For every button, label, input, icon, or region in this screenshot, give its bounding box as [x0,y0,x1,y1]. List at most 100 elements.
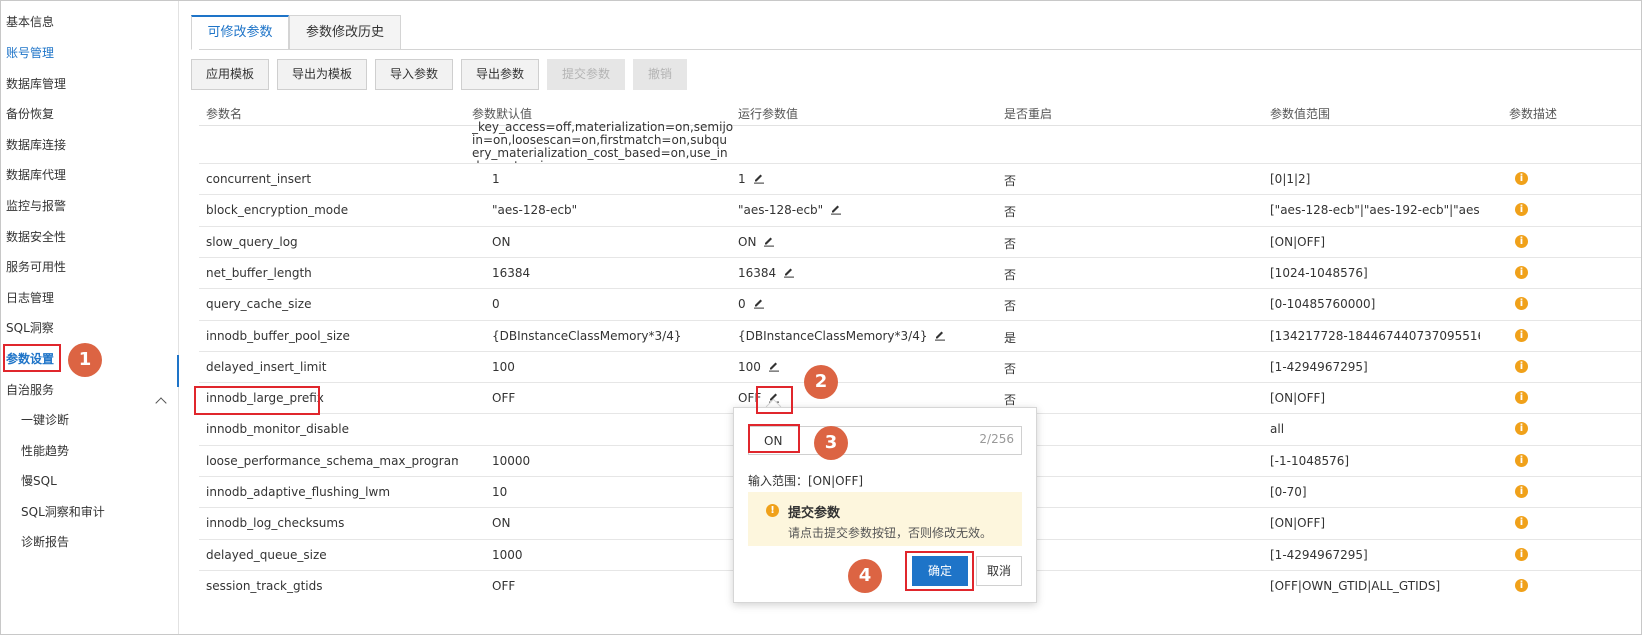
default-value-text: 0 [492,297,500,312]
info-icon[interactable]: i [1515,234,1528,248]
submit-warning: ! 提交参数 请点击提交参数按钮，否则修改无效。 [748,492,1022,546]
pencil-icon[interactable] [783,266,795,278]
running-value-text: {DBInstanceClassMemory*3/4} [738,328,928,343]
pencil-icon[interactable] [934,329,946,341]
default-value: ON [492,235,732,249]
value-range-text: [ON|OFF] [1270,391,1326,406]
sidebar-item[interactable]: 自治服务 [6,382,54,398]
info-icon[interactable]: i [1515,297,1528,311]
info-icon[interactable]: i [1515,422,1528,436]
default-value-text: ON [492,234,511,249]
info-icon[interactable]: i [1515,265,1528,279]
table-row: slow_query_log ON ON 否 [ON|OFF] i [199,225,1641,257]
running-value: 0 [738,297,998,311]
table-row: net_buffer_length 16384 16384 否 [1024-104857… [199,256,1641,288]
info-icon[interactable]: i [1515,328,1528,342]
info-icon[interactable]: i [1515,359,1528,373]
revoke-button[interactable]: 撤销 [633,59,687,90]
param-name-text: delayed_queue_size [206,547,327,562]
restart-flag-text: 否 [1004,361,1017,376]
value-range-text: [0|1|2] [1270,172,1311,186]
param-name-text: loose_performance_schema_max_program_ins… [206,453,458,468]
default-value-text: 16384 [492,265,531,280]
info-icon[interactable]: i [1515,453,1528,467]
value-range: all [1270,422,1480,436]
sidebar-item[interactable]: 监控与报警 [6,198,66,214]
running-value-text: "aes-128-ecb" [738,203,824,218]
running-value-text: ON [738,234,757,249]
param-name-text: innodb_log_checksums [206,516,345,531]
sidebar-item[interactable]: 参数设置 [6,351,54,367]
param-name: innodb_log_checksums [206,516,458,530]
param-name: delayed_insert_limit [206,360,458,374]
sidebar-item[interactable]: 日志管理 [6,290,54,306]
running-value-text: 100 [738,359,761,374]
confirm-button[interactable]: 确定 [912,556,968,586]
running-value-text: 1 [738,172,746,186]
value-range: [1-4294967295] [1270,360,1480,374]
pencil-icon[interactable] [768,360,780,372]
info-icon[interactable]: i [1515,485,1528,498]
sidebar-subitem[interactable]: 性能趋势 [21,443,69,459]
restart-flag-text: 否 [1004,174,1017,188]
info-icon[interactable]: i [1515,172,1528,185]
info-icon[interactable]: i [1515,391,1528,405]
export-params-button[interactable]: 导出参数 [461,59,539,90]
sidebar-subitem[interactable]: 一键诊断 [21,412,69,428]
restart-flag: 否 [1004,391,1016,408]
value-range-text: [134217728-18446744073709551615] [1270,328,1480,343]
param-name-text: delayed_insert_limit [206,359,327,374]
param-name: session_track_gtids [206,579,458,593]
info-icon[interactable]: i [1515,203,1528,217]
sidebar-item[interactable]: 账号管理 [6,45,54,61]
running-value: 100 [738,360,998,374]
table-row: delayed_insert_limit 100 100 否 [1-4294967295… [199,350,1641,382]
apply-template-button[interactable]: 应用模板 [191,59,269,90]
info-icon[interactable]: i [1515,516,1528,530]
input-range-hint: 输入范围：[ON|OFF] [748,474,864,488]
pencil-icon[interactable] [753,297,765,309]
sidebar-subitem[interactable]: 慢SQL [21,473,57,489]
cancel-button[interactable]: 取消 [976,556,1022,586]
value-range-text: [1024-1048576] [1270,265,1368,280]
param-name-text: innodb_large_prefix [206,391,324,406]
default-value-text: OFF [492,391,516,406]
window-frame: 基本信息账号管理数据库管理备份恢复数据库连接数据库代理监控与报警数据安全性服务可… [0,0,1642,635]
info-icon[interactable]: i [1515,578,1528,592]
import-params-button[interactable]: 导入参数 [375,59,453,90]
value-range-text: [ON|OFF] [1270,234,1326,249]
sidebar-item[interactable]: 数据库连接 [6,137,66,153]
submit-params-button[interactable]: 提交参数 [547,59,625,90]
running-value: "aes-128-ecb" [738,203,998,217]
col-header-default: 参数默认值 [472,107,533,121]
chevron-up-icon[interactable] [155,397,167,409]
sidebar-item[interactable]: 数据安全性 [6,229,66,245]
restart-flag-text: 是 [1004,330,1017,345]
sidebar-item[interactable]: 服务可用性 [6,259,66,275]
default-value-text: 1 [492,172,500,186]
warning-title: 提交参数 [788,506,841,521]
default-value: ON [492,516,732,530]
export-template-button[interactable]: 导出为模板 [277,59,367,90]
sidebar-item[interactable]: 数据库管理 [6,76,66,92]
default-value-text: 100 [492,359,515,374]
default-value: "aes-128-ecb" [492,203,732,217]
sidebar-item[interactable]: SQL洞察 [6,320,54,336]
edit-param-popover: 2/256 输入范围：[ON|OFF] ! 提交参数 请点击提交参数按钮，否则修… [733,407,1037,603]
sidebar-item[interactable]: 备份恢复 [6,106,54,122]
sidebar-subitem[interactable]: 诊断报告 [21,534,69,550]
pencil-icon[interactable] [763,235,775,247]
tab-param-history[interactable]: 参数修改历史 [289,15,401,50]
warning-icon: ! [766,504,779,517]
param-name: innodb_buffer_pool_size [206,329,458,343]
value-range-text: [1-4294967295] [1270,359,1368,374]
pencil-icon[interactable] [830,203,842,215]
col-header-range: 参数值范围 [1270,107,1331,121]
sidebar-subitem[interactable]: SQL洞察和审计 [21,504,105,520]
info-icon[interactable]: i [1515,547,1528,561]
sidebar-item[interactable]: 基本信息 [6,14,54,30]
pencil-icon[interactable] [753,172,765,184]
tab-modifiable-params[interactable]: 可修改参数 [191,15,289,50]
sidebar-item[interactable]: 数据库代理 [6,167,66,183]
running-value: ON [738,235,998,249]
